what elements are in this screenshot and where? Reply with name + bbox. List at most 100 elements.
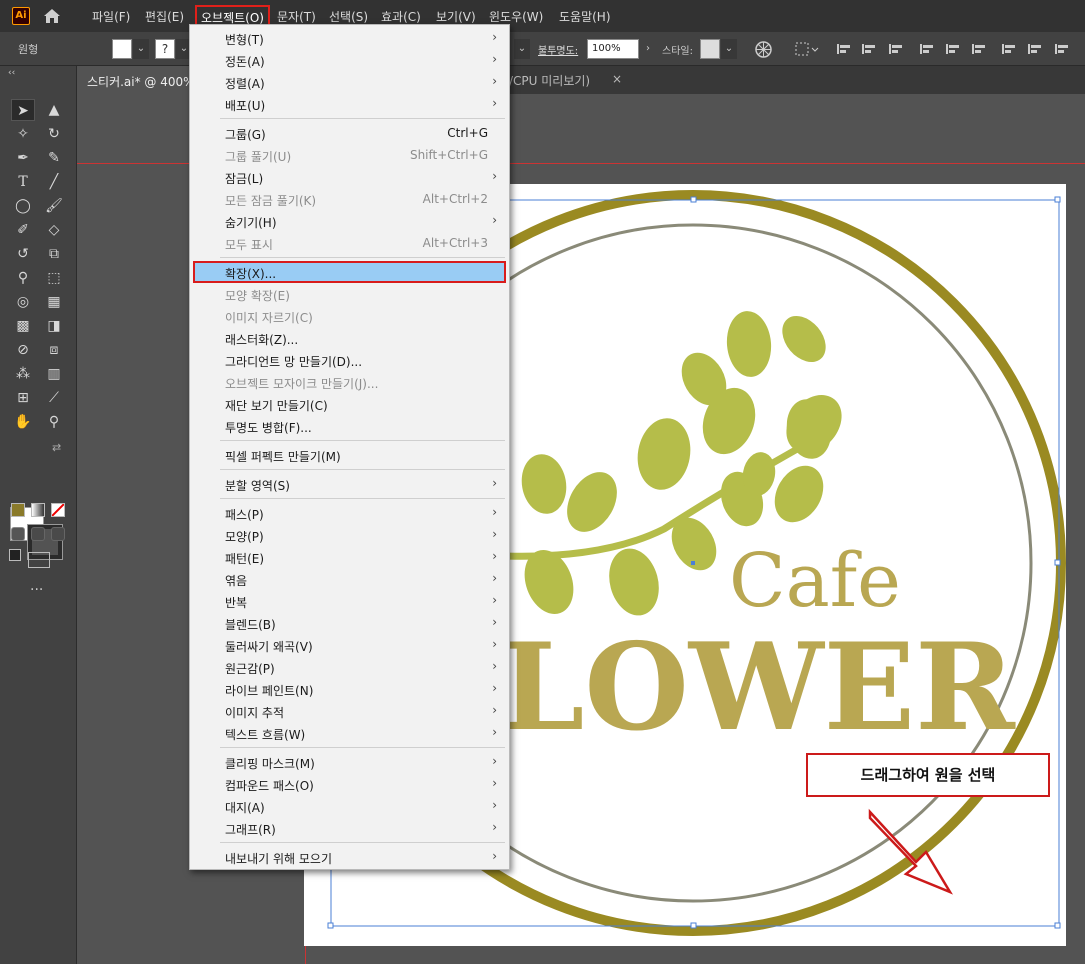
type-tool-icon[interactable]: T [11, 171, 35, 193]
menu-item[interactable]: 원근감(P) › [190, 656, 509, 678]
menu-5[interactable]: 효과(C) [381, 8, 421, 25]
align-icon-8[interactable] [1054, 42, 1070, 56]
shape-builder-tool-icon[interactable]: ◎ [11, 291, 35, 313]
draw-behind-icon[interactable] [31, 527, 45, 541]
align-icon-5[interactable] [971, 42, 987, 56]
menu-item[interactable]: 재단 보기 만들기(C) [190, 393, 509, 415]
swap-colors-icon[interactable]: ⇄ [52, 441, 61, 454]
chevron-right-icon[interactable]: › [640, 39, 656, 59]
blend-dropdown[interactable]: ⌄ [514, 39, 530, 59]
hand-tool-icon[interactable]: ✋ [11, 411, 35, 433]
none-mode-icon[interactable] [51, 503, 65, 517]
zoom-tool-icon[interactable]: ⚲ [42, 411, 66, 433]
menu-7[interactable]: 윈도우(W) [489, 8, 543, 25]
menu-item[interactable]: 라이브 페인트(N) › [190, 678, 509, 700]
menu-6[interactable]: 보기(V) [436, 8, 476, 25]
lasso-tool-icon[interactable]: ↻ [42, 123, 66, 145]
slice-tool-icon[interactable]: ⟋ [42, 387, 66, 409]
opacity-label[interactable]: 불투명도: [538, 42, 578, 57]
menu-8[interactable]: 도움말(H) [559, 8, 611, 25]
draw-inside-icon[interactable] [51, 527, 65, 541]
recolor-icon[interactable] [755, 41, 772, 58]
menu-item[interactable]: 확장(X)... [193, 261, 506, 283]
menu-item[interactable]: 블렌드(B) › [190, 612, 509, 634]
align-icon-0[interactable] [836, 42, 852, 56]
fill-dropdown[interactable]: ⌄ [133, 39, 149, 59]
pen-tool-icon[interactable]: ✒ [11, 147, 35, 169]
tab-second[interactable]: /CPU 미리보기) [509, 72, 590, 89]
more-tools-icon[interactable]: ··· [30, 582, 43, 598]
column-graph-tool-icon[interactable]: ▥ [42, 363, 66, 385]
align-icon-2[interactable] [888, 42, 904, 56]
menu-item[interactable]: 배포(U) › [190, 93, 509, 115]
menu-item[interactable]: 텍스트 흐름(W) › [190, 722, 509, 744]
menu-item[interactable]: 엮음 › [190, 568, 509, 590]
align-icon-6[interactable] [1001, 42, 1017, 56]
menu-item[interactable]: 그룹(G) Ctrl+G [190, 122, 509, 144]
menu-item[interactable]: 잠금(L) › [190, 166, 509, 188]
menu-item[interactable]: 둘러싸기 왜곡(V) › [190, 634, 509, 656]
menu-item[interactable]: 컴파운드 패스(O) › [190, 773, 509, 795]
style-swatch[interactable] [700, 39, 720, 59]
menu-item[interactable]: 투명도 병합(F)... [190, 415, 509, 437]
line-tool-icon[interactable]: ╱ [42, 171, 66, 193]
home-icon[interactable] [42, 6, 62, 26]
selection-tool-icon[interactable]: ➤ [11, 99, 35, 121]
screen-mode-icon[interactable] [28, 552, 50, 568]
close-icon[interactable]: × [612, 72, 622, 86]
menu-item[interactable]: 그라디언트 망 만들기(D)... [190, 349, 509, 371]
fill-swatch[interactable] [112, 39, 132, 59]
menu-item[interactable]: 변형(T) › [190, 27, 509, 49]
menu-item[interactable]: 픽셀 퍼펙트 만들기(M) [190, 444, 509, 466]
scale-tool-icon[interactable]: ⧉ [42, 243, 66, 265]
menu-item[interactable]: 분할 영역(S) › [190, 473, 509, 495]
menu-item[interactable]: 패턴(E) › [190, 546, 509, 568]
menu-item[interactable]: 대지(A) › [190, 795, 509, 817]
gradient-mode-icon[interactable] [31, 503, 45, 517]
rotate-tool-icon[interactable]: ↺ [11, 243, 35, 265]
gradient-tool-icon[interactable]: ◨ [42, 315, 66, 337]
menu-item[interactable]: 패스(P) › [190, 502, 509, 524]
shaper-tool-icon[interactable]: ✐ [11, 219, 35, 241]
direct-selection-tool-icon[interactable]: ▲ [42, 99, 66, 121]
eraser-tool-icon[interactable]: ◇ [42, 219, 66, 241]
tab-sticker[interactable]: 스티커.ai* @ 400% [77, 66, 195, 94]
align-icon-4[interactable] [945, 42, 961, 56]
perspective-grid-tool-icon[interactable]: ▦ [42, 291, 66, 313]
menu-item[interactable]: 그래프(R) › [190, 817, 509, 839]
menu-item[interactable]: 반복 › [190, 590, 509, 612]
menu-item[interactable]: 이미지 추적 › [190, 700, 509, 722]
draw-normal-icon[interactable] [11, 527, 25, 541]
free-transform-tool-icon[interactable]: ⬚ [42, 267, 66, 289]
align-icon-3[interactable] [919, 42, 935, 56]
menu-item[interactable]: 정돈(A) › [190, 49, 509, 71]
opacity-input[interactable]: 100% [587, 39, 639, 59]
align-icon-7[interactable] [1027, 42, 1043, 56]
menu-4[interactable]: 선택(S) [329, 8, 368, 25]
paintbrush-tool-icon[interactable]: 🖌 [42, 195, 66, 217]
blend-tool-icon[interactable]: ⧈ [42, 339, 66, 361]
menu-item[interactable]: 래스터화(Z)... [190, 327, 509, 349]
stroke-swatch[interactable]: ? [155, 39, 175, 59]
color-mode-icon[interactable] [11, 503, 25, 517]
symbol-sprayer-tool-icon[interactable]: ⁂ [11, 363, 35, 385]
default-colors-icon[interactable] [9, 549, 21, 561]
menu-0[interactable]: 파일(F) [92, 8, 130, 25]
menu-item[interactable]: 숨기기(H) › [190, 210, 509, 232]
menu-item[interactable]: 내보내기 위해 모으기 › [190, 846, 509, 868]
menu-item[interactable]: 클리핑 마스크(M) › [190, 751, 509, 773]
menu-item[interactable]: 모양(P) › [190, 524, 509, 546]
align-icon-1[interactable] [861, 42, 877, 56]
style-dropdown[interactable]: ⌄ [721, 39, 737, 59]
curvature-tool-icon[interactable]: ✎ [42, 147, 66, 169]
menu-item[interactable]: 정렬(A) › [190, 71, 509, 93]
artboard-tool-icon[interactable]: ⊞ [11, 387, 35, 409]
collapse-icon[interactable]: ‹‹ [8, 68, 15, 78]
align-to-icon[interactable] [795, 42, 821, 56]
magic-wand-tool-icon[interactable]: ✧ [11, 123, 35, 145]
mesh-tool-icon[interactable]: ▩ [11, 315, 35, 337]
menu-3[interactable]: 문자(T) [277, 8, 316, 25]
menu-1[interactable]: 편집(E) [145, 8, 184, 25]
width-tool-icon[interactable]: ⚲ [11, 267, 35, 289]
eyedropper-tool-icon[interactable]: ⊘ [11, 339, 35, 361]
